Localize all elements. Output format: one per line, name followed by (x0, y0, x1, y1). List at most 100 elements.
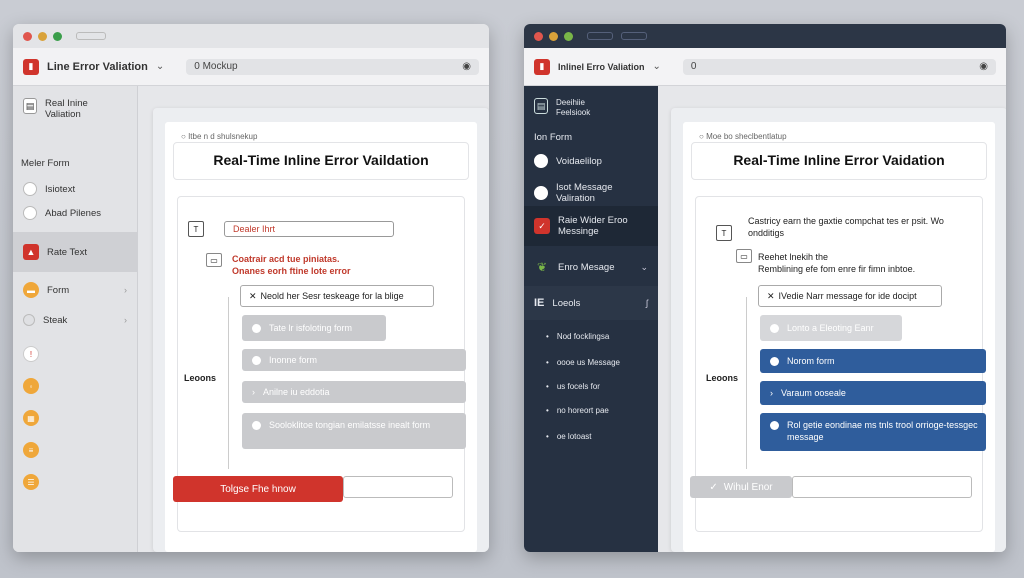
inline-message-input[interactable]: ✕ Neold her Sesr teskeage for la blige (240, 285, 434, 307)
sidebar-section-ion-form: Ion Form (534, 132, 573, 143)
sidebar-icon-info[interactable]: ! (13, 346, 137, 362)
grid-icon: ▦ (23, 410, 39, 426)
chevron-down-icon: ⌄ (640, 261, 648, 272)
option-4[interactable]: Sooloklitoe tongian emilatsse inealt for… (242, 413, 466, 449)
option-2[interactable]: Inonne form (242, 349, 466, 371)
settings-icon[interactable]: ◉ (462, 61, 471, 72)
window-tab-icon[interactable] (587, 32, 613, 40)
sidebar-item-error-message[interactable]: ✓ Raie Wider Eroo Messinge (524, 206, 658, 246)
url-bar[interactable]: 0 ◉ (682, 58, 996, 75)
option-1[interactable]: Lonto a Eleoting Eanr (760, 315, 902, 341)
sidebar-item-rate-text[interactable]: ▲ Rate Text (13, 232, 137, 272)
check-icon: ✓ (709, 481, 718, 493)
chevron-right-icon: ʃ (646, 298, 648, 308)
bullet-item-1[interactable]: • Nod focklingsa (524, 332, 658, 341)
leaf-icon: ❦ (536, 260, 548, 274)
bullet-icon: • (546, 432, 549, 441)
option-4[interactable]: Rol getie eondinae ms tnls trool orrioge… (760, 413, 986, 451)
toggle-button[interactable]: Tolgse Fhe hnow (173, 476, 343, 502)
bottom-input[interactable] (343, 476, 453, 498)
chevron-right-icon: › (770, 388, 773, 398)
dealer-field[interactable]: Dealer Ihrt (224, 221, 394, 237)
side-label: Leoons (706, 373, 739, 383)
bullet-icon: • (546, 358, 549, 367)
left-sidebar: ▤ Real Inine Valiation Meler Form Isiote… (13, 86, 138, 552)
radio-circle-icon (23, 182, 37, 196)
app-title: Inlinel Erro Valiation (558, 61, 645, 72)
sidebar-item-feedback[interactable]: ▤ Deeihiie Feelsiook (524, 98, 658, 118)
sidebar-item-steak[interactable]: Steak › (13, 314, 137, 326)
option-3[interactable]: › Anilne iu eddotia (242, 381, 466, 403)
text-field-icon: T (716, 225, 732, 241)
sidebar-item-isiotext[interactable]: Isiotext (13, 182, 137, 196)
chevron-right-icon: › (124, 315, 127, 325)
bullet-icon: • (546, 406, 549, 415)
maximize-dot[interactable] (53, 31, 62, 41)
info-icon: ! (23, 346, 39, 362)
radio-circle-icon (534, 186, 548, 200)
right-window: ▮ Inlinel Erro Valiation ⌄ 0 ◉ ▤ Deeihii… (524, 24, 1006, 552)
bullet-icon (770, 421, 779, 430)
minimize-dot[interactable] (38, 31, 47, 41)
close-icon[interactable]: ✕ (767, 291, 775, 302)
tools-icon: IE (534, 297, 545, 309)
sidebar-icon-grid[interactable]: ▦ (13, 410, 137, 426)
settings-icon[interactable]: ◉ (979, 61, 988, 72)
option-1[interactable]: Tate lr isfoloting form (242, 315, 386, 341)
url-bar[interactable]: 0 Mockup ◉ (186, 58, 479, 75)
sub-message: Reehet lnekih the Remblining efe fom enr… (758, 252, 916, 274)
sidebar-item-enro[interactable]: ❦ Enro Mesage ⌄ (524, 252, 658, 282)
sidebar-item-validation[interactable]: Voidaelilop (524, 154, 658, 168)
bullet-item-4[interactable]: • no horeort pae (524, 406, 658, 415)
url-text: 0 (690, 61, 697, 72)
window-tab-icon[interactable] (621, 32, 647, 40)
window-tab-icon[interactable] (76, 32, 106, 40)
chevron-down-icon[interactable]: ⌄ (653, 61, 661, 72)
bullet-item-3[interactable]: • us focels for (524, 382, 658, 391)
chevron-right-icon: › (124, 285, 127, 295)
bullet-icon (252, 355, 261, 365)
left-titlebar (13, 24, 489, 48)
sidebar-item-abad[interactable]: Abad Pilenes (13, 206, 137, 220)
speech-bubble-icon: ▭ (736, 249, 752, 263)
speech-bubble-icon: ▭ (206, 253, 222, 267)
maximize-dot[interactable] (564, 31, 573, 41)
radio-circle-icon (534, 154, 548, 168)
app-title: Line Error Valiation (47, 60, 148, 73)
bullet-icon: • (546, 382, 549, 391)
menu-icon: ☰ (23, 474, 39, 490)
app-icon: ▮ (534, 58, 550, 75)
minimize-dot[interactable] (549, 31, 558, 41)
option-3[interactable]: › Varaum ooseale (760, 381, 986, 405)
page-title: Real-Time Inline Error Vaidation (733, 152, 945, 168)
sidebar-item-realinine[interactable]: ▤ Real Inine Valiation (13, 98, 137, 120)
sidebar-icon-chat[interactable]: ◦ (13, 378, 137, 394)
text-field-icon: T (188, 221, 204, 237)
close-dot[interactable] (23, 31, 32, 41)
sidebar-item-form[interactable]: ▬ Form › (13, 282, 137, 298)
chevron-down-icon[interactable]: ⌄ (156, 61, 164, 72)
right-sidebar: ▤ Deeihiie Feelsiook Ion Form Voidaelilo… (524, 86, 658, 552)
document-icon: ▤ (23, 98, 37, 114)
sidebar-icon-list[interactable]: ≡ (13, 442, 137, 458)
chat-icon: ◦ (23, 378, 39, 394)
bullet-item-5[interactable]: • oe lotoast (524, 432, 658, 441)
tree-line (746, 297, 747, 469)
inline-message-input[interactable]: ✕ IVedie Narr message for ide docipt (758, 285, 942, 307)
chevron-right-icon: › (252, 387, 255, 397)
sidebar-item-message-validation[interactable]: Isot Message Valiration (524, 182, 658, 204)
form-icon: ▬ (23, 282, 39, 298)
without-error-button[interactable]: ✓ Wihul Enor (690, 476, 792, 498)
close-icon[interactable]: ✕ (249, 291, 257, 302)
sidebar-icon-menu[interactable]: ☰ (13, 474, 137, 490)
bottom-input[interactable] (792, 476, 972, 498)
bullet-icon (770, 356, 779, 366)
bullet-icon (252, 421, 261, 430)
breadcrumb: ○ Moe bo sheclbentlatup (699, 132, 787, 141)
url-text: 0 Mockup (194, 61, 238, 72)
bullet-icon (252, 323, 261, 333)
bullet-item-2[interactable]: • oooe us Message (524, 358, 658, 367)
sidebar-item-tools[interactable]: IE Loeols ʃ (524, 286, 658, 320)
option-2[interactable]: Norom form (760, 349, 986, 373)
close-dot[interactable] (534, 31, 543, 41)
